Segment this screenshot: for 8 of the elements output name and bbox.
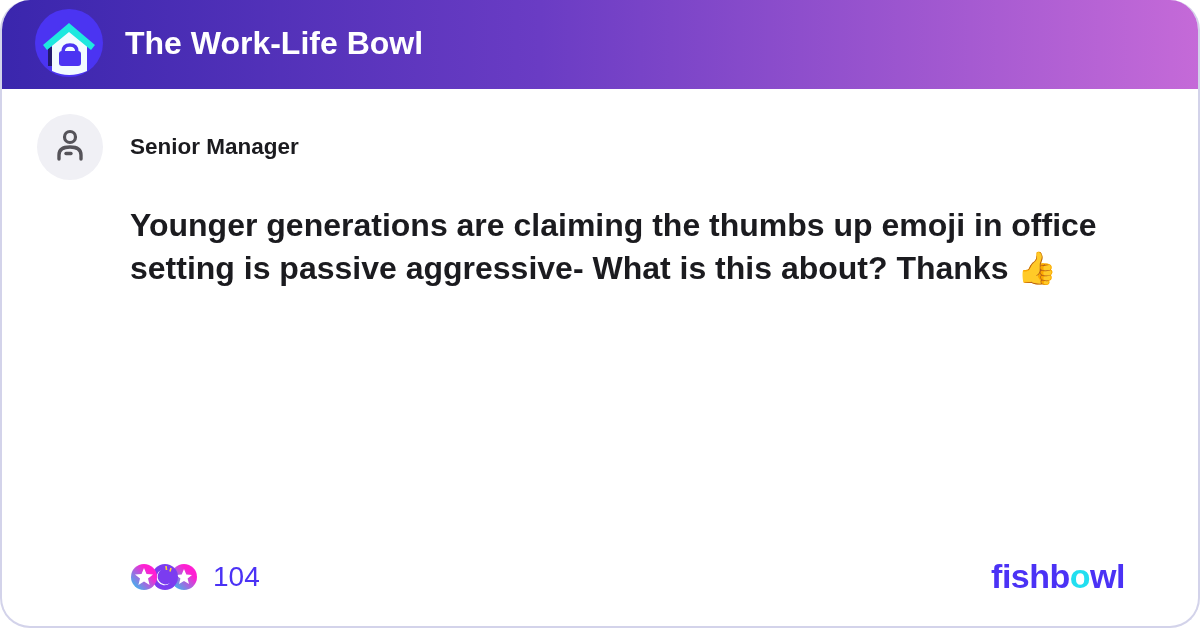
reaction-count: 104 <box>213 560 260 593</box>
avatar-icon <box>37 114 103 180</box>
reaction-stack-icon <box>130 562 198 591</box>
question-text: Younger generations are claiming the thumbs up emoji in office setting is passive aggressive- What is this about? Thanks 👍 <box>130 206 1098 288</box>
author-name: Senior Manager <box>130 134 299 160</box>
house-lock-icon <box>35 9 103 77</box>
app-title: The Work-Life Bowl <box>125 24 424 63</box>
fishbowl-logo: fishbowl <box>991 557 1125 596</box>
